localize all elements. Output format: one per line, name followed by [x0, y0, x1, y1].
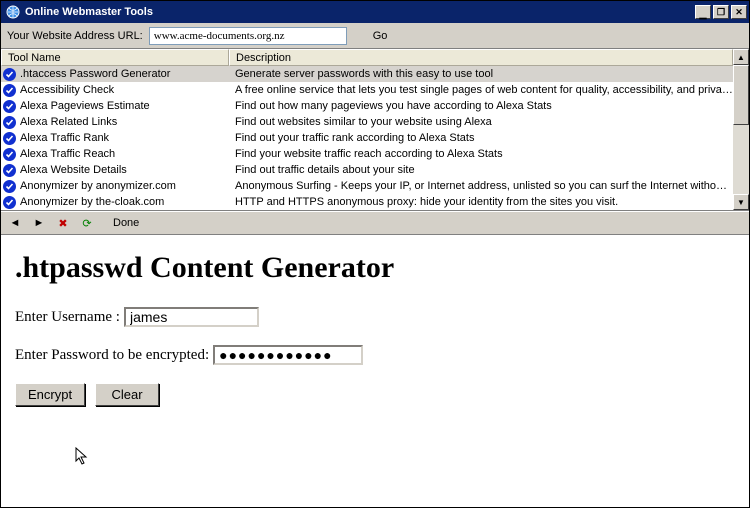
check-icon [3, 132, 16, 145]
tool-name: Alexa Pageviews Estimate [20, 100, 150, 112]
table-row[interactable]: Accessibility Check A free online service… [1, 82, 733, 98]
tool-description: Find out your traffic rank according to … [229, 132, 733, 144]
tool-description: HTTP and HTTPS anonymous proxy: hide you… [229, 196, 733, 208]
stop-icon[interactable]: ✖ [57, 217, 69, 229]
table-header: Tool Name Description [1, 49, 733, 66]
scroll-up-button[interactable]: ▲ [733, 49, 749, 65]
maximize-button[interactable]: ❐ [713, 5, 729, 19]
scrollbar[interactable]: ▲ ▼ [733, 49, 749, 210]
tool-name: Anonymizer by the-cloak.com [20, 196, 164, 208]
app-icon [5, 4, 21, 20]
tool-name: Alexa Traffic Reach [20, 148, 115, 160]
url-bar: Your Website Address URL: Go [1, 23, 749, 49]
page-heading: .htpasswd Content Generator [15, 251, 735, 285]
url-input[interactable] [149, 27, 347, 45]
tool-description: Find out websites similar to your websit… [229, 116, 733, 128]
scroll-down-button[interactable]: ▼ [733, 194, 749, 210]
password-input[interactable] [213, 345, 363, 365]
check-icon [3, 164, 16, 177]
table-row[interactable]: Alexa Related Links Find out websites sim… [1, 114, 733, 130]
check-icon [3, 100, 16, 113]
check-icon [3, 116, 16, 129]
back-icon[interactable]: ◄ [9, 217, 21, 229]
content-pane: .htpasswd Content Generator Enter Userna… [1, 235, 749, 416]
check-icon [3, 84, 16, 97]
nav-toolbar: ◄ ► ✖ ⟳ Done [1, 211, 749, 235]
tool-name: Alexa Related Links [20, 116, 117, 128]
table-row[interactable]: Alexa Pageviews Estimate Find out how man… [1, 98, 733, 114]
tool-name: Alexa Traffic Rank [20, 132, 109, 144]
check-icon [3, 196, 16, 209]
title-bar: Online Webmaster Tools ▁ ❐ ✕ [1, 1, 749, 23]
refresh-icon[interactable]: ⟳ [81, 217, 93, 229]
cursor-icon [75, 447, 91, 467]
url-label: Your Website Address URL: [7, 30, 143, 42]
col-tool-name[interactable]: Tool Name [1, 49, 229, 66]
tool-name: Alexa Website Details [20, 164, 127, 176]
scroll-thumb[interactable] [733, 65, 749, 125]
table-row[interactable]: Anonymizer by the-cloak.com HTTP and HTTP… [1, 194, 733, 210]
check-icon [3, 148, 16, 161]
table-row[interactable]: Anonymizer by anonymizer.com Anonymous Su… [1, 178, 733, 194]
col-description[interactable]: Description [229, 49, 733, 66]
tool-table: Tool Name Description .htaccess Password… [1, 49, 733, 210]
table-row[interactable]: Alexa Website Details Find out traffic de… [1, 162, 733, 178]
status-text: Done [113, 217, 139, 229]
encrypt-button[interactable]: Encrypt [15, 383, 85, 406]
username-input[interactable] [124, 307, 259, 327]
tool-description: Generate server passwords with this easy… [229, 68, 733, 80]
username-label: Enter Username : [15, 309, 120, 326]
tool-description: Find out how many pageviews you have acc… [229, 100, 733, 112]
tool-description: Find out traffic details about your site [229, 164, 733, 176]
tool-name: Anonymizer by anonymizer.com [20, 180, 176, 192]
table-row[interactable]: Alexa Traffic Rank Find out your traffic … [1, 130, 733, 146]
password-label: Enter Password to be encrypted: [15, 347, 209, 364]
table-row[interactable]: Alexa Traffic Reach Find your website tra… [1, 146, 733, 162]
go-button[interactable]: Go [373, 30, 388, 42]
scroll-track[interactable] [733, 65, 749, 194]
check-icon [3, 68, 16, 81]
tool-name: .htaccess Password Generator [20, 68, 170, 80]
tool-description: Anonymous Surfing - Keeps your IP, or In… [229, 180, 733, 192]
close-button[interactable]: ✕ [731, 5, 747, 19]
clear-button[interactable]: Clear [95, 383, 159, 406]
table-row[interactable]: .htaccess Password Generator Generate ser… [1, 66, 733, 82]
forward-icon[interactable]: ► [33, 217, 45, 229]
window-title: Online Webmaster Tools [25, 6, 695, 18]
minimize-button[interactable]: ▁ [695, 5, 711, 19]
tool-description: A free online service that lets you test… [229, 84, 733, 96]
tool-name: Accessibility Check [20, 84, 114, 96]
tool-description: Find your website traffic reach accordin… [229, 148, 733, 160]
check-icon [3, 180, 16, 193]
